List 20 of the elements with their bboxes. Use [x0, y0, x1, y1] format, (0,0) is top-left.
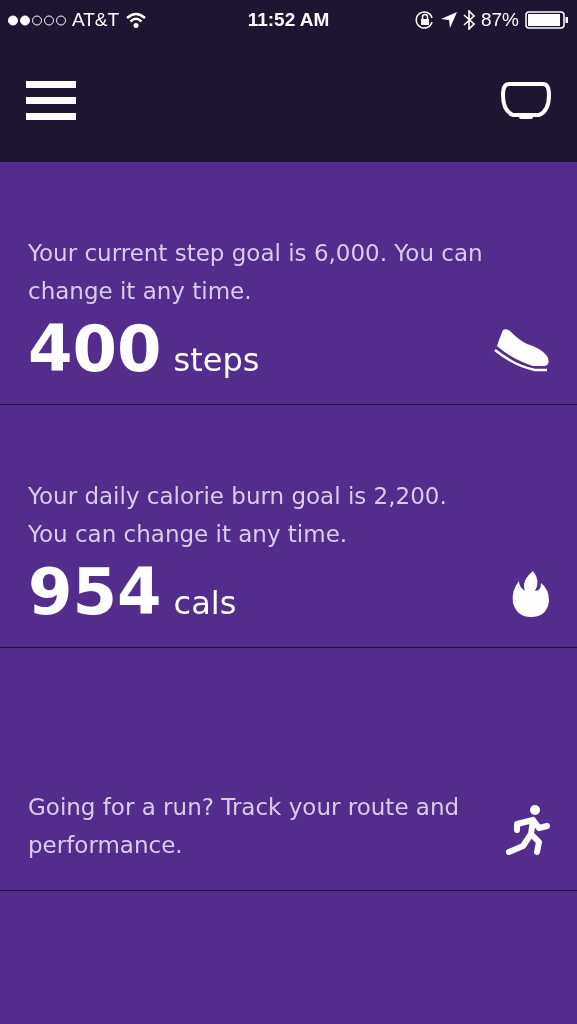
battery-percent: 87% [481, 9, 519, 31]
goal-description: Going for a run? Track your route and performance. [28, 793, 461, 860]
goal-description: Your current step goal is 6,000. You can change it any time. [28, 239, 484, 306]
runner-icon [505, 804, 551, 856]
carrier-name: AT&T [72, 9, 120, 31]
battery-icon [525, 11, 569, 29]
goal-description: Your daily calorie burn goal is 2,200. You can change it any time. [28, 482, 448, 549]
bluetooth-icon [463, 10, 475, 30]
flame-icon [511, 569, 551, 619]
metric-value: 954 [28, 557, 162, 627]
signal-icon [8, 14, 66, 26]
location-icon [441, 12, 457, 28]
metric-unit: cals [173, 584, 237, 622]
wifi-icon [125, 12, 148, 28]
menu-icon[interactable] [26, 81, 76, 121]
metric-unit: steps [173, 341, 260, 379]
rotation-lock-icon [415, 10, 435, 30]
band-icon[interactable] [501, 81, 551, 121]
clock: 11:52 AM [247, 9, 330, 31]
metric-value: 400 [28, 314, 162, 384]
